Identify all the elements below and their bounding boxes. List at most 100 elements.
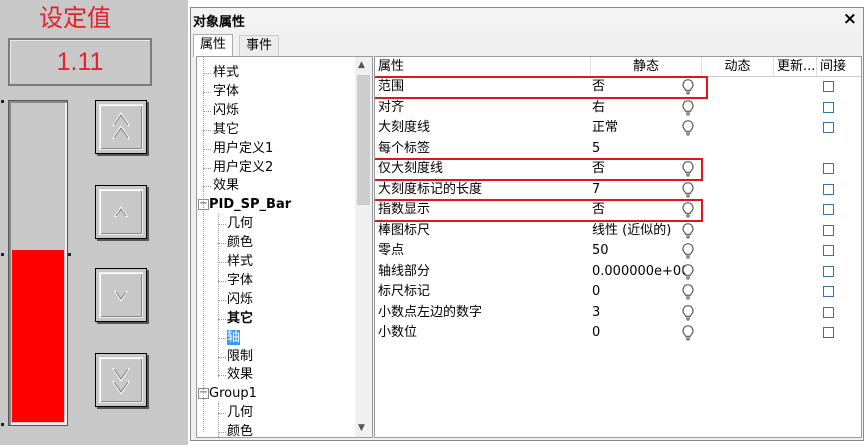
static-value[interactable]: 0.000000e+00 [592, 262, 687, 282]
indirect-checkbox[interactable] [823, 306, 834, 318]
indirect-checkbox[interactable] [823, 81, 834, 92]
static-value[interactable]: 50 [592, 241, 670, 261]
tree-item[interactable]: PID_SP_Bar [209, 195, 291, 214]
header-update[interactable]: 更新... [774, 57, 817, 76]
tree-item-label: 效果 [213, 178, 240, 194]
tree-item[interactable]: 用户定义1 [213, 139, 273, 158]
lightbulb-icon[interactable] [681, 283, 695, 303]
lightbulb-icon[interactable] [681, 263, 695, 283]
static-value[interactable]: 3 [592, 303, 670, 323]
lightbulb-icon[interactable] [681, 181, 695, 201]
indirect-checkbox[interactable] [823, 327, 834, 338]
indirect-checkbox[interactable] [823, 286, 834, 297]
header-indirect[interactable]: 间接 [817, 57, 861, 76]
tree-item[interactable]: 样式 [213, 63, 239, 82]
tree-connector [203, 129, 211, 131]
table-row[interactable]: 轴线部分 0.000000e+00 [375, 262, 861, 282]
table-row[interactable]: 棒图标尺 线性 (近似的) [375, 221, 861, 241]
tree-item[interactable]: 效果 [213, 176, 239, 195]
header-static[interactable]: 静态 [591, 57, 702, 76]
table-row[interactable]: 小数点左边的数字 3 [375, 303, 861, 323]
tree-item-label: 几何 [227, 405, 254, 421]
close-button[interactable]: × [843, 9, 857, 29]
static-value[interactable]: 7 [592, 180, 670, 200]
tree-item[interactable]: 颜色 [227, 422, 253, 437]
lightbulb-icon[interactable] [681, 242, 695, 262]
double-chevron-up-icon [112, 112, 130, 140]
tree-item[interactable]: 用户定义2 [213, 158, 273, 177]
tree-item[interactable]: 轴 [227, 328, 241, 347]
tree-item-label: 样式 [227, 254, 254, 269]
setpoint-bar [8, 100, 68, 426]
tree-connector [218, 403, 219, 437]
fast-decrease-button[interactable] [95, 353, 147, 407]
tree-item[interactable]: 限制 [227, 347, 253, 366]
table-row[interactable]: 小数位 0 [375, 323, 861, 343]
static-value[interactable]: 线性 (近似的) [592, 221, 687, 241]
tree-connector [203, 148, 211, 150]
tree-item[interactable]: 几何 [227, 214, 253, 233]
table-row[interactable]: 标尺标记 0 [375, 282, 861, 302]
tree-scrollbar[interactable]: ▲ ▼ [355, 57, 372, 437]
increase-button[interactable] [95, 185, 147, 239]
tree-item[interactable]: 字体 [227, 271, 253, 290]
chevron-up-icon [114, 206, 128, 218]
tree-item-label: 闪烁 [227, 291, 254, 307]
tree-item[interactable]: 闪烁 [227, 290, 253, 309]
static-value[interactable]: 0 [592, 323, 670, 343]
tree-item[interactable]: Group1 [209, 384, 257, 403]
grid-header: 属性 静态 动态 更新... 间接 [375, 57, 861, 77]
tree-item[interactable]: 颜色 [227, 233, 253, 252]
tree-item[interactable]: 其它 [213, 120, 239, 139]
indirect-checkbox[interactable] [823, 183, 834, 195]
tree-connector [218, 224, 226, 226]
tree-scroll-thumb[interactable] [357, 75, 370, 205]
scroll-down-icon[interactable]: ▼ [358, 423, 365, 433]
static-value[interactable]: 正常 [592, 118, 670, 138]
indirect-checkbox[interactable] [823, 101, 834, 113]
lightbulb-icon[interactable] [681, 119, 695, 139]
indirect-checkbox[interactable] [823, 204, 834, 215]
property-name: 对齐 [378, 99, 405, 115]
lightbulb-icon[interactable] [681, 304, 695, 324]
decrease-button[interactable] [95, 268, 147, 322]
tree-connector [203, 110, 211, 112]
table-row[interactable]: 零点 50 [375, 241, 861, 261]
lightbulb-icon[interactable] [681, 324, 695, 344]
table-row[interactable]: 大刻度标记的长度 7 [375, 180, 861, 200]
setpoint-value-display[interactable]: 1.11 [8, 38, 152, 86]
fast-increase-button[interactable] [95, 100, 147, 154]
scroll-up-icon[interactable]: ▲ [358, 60, 365, 70]
header-dynamic[interactable]: 动态 [702, 57, 774, 76]
tree-item-label: 其它 [227, 310, 254, 326]
tab-properties[interactable]: 属性 [193, 34, 234, 57]
indirect-checkbox[interactable] [823, 265, 834, 277]
chevron-down-icon [114, 290, 128, 302]
static-value[interactable]: 右 [592, 98, 670, 118]
tree-item[interactable]: 几何 [227, 403, 253, 422]
tree-item[interactable]: 闪烁 [213, 101, 239, 120]
lightbulb-icon[interactable] [681, 222, 695, 242]
window-titlebar[interactable]: 对象属性 × [191, 8, 863, 30]
table-row[interactable]: 每个标签 5 [375, 139, 861, 159]
static-value[interactable]: 5 [592, 139, 670, 159]
indirect-checkbox[interactable] [823, 163, 834, 174]
static-value[interactable]: 0 [592, 282, 670, 302]
indirect-checkbox[interactable] [823, 224, 834, 236]
property-tree: 样式 字体 闪烁 其它 用户定义1 用户定义2 效果 PID_SP_Bar − 几何 颜色 样式 字体闪… [196, 56, 373, 438]
indirect-checkbox[interactable] [823, 245, 834, 256]
table-row[interactable]: 大刻度线 正常 [375, 118, 861, 138]
tab-events[interactable]: 事件 [239, 35, 280, 56]
highlight-box [375, 76, 708, 99]
tree-item[interactable]: 样式 [227, 252, 253, 271]
tree-item[interactable]: 效果 [227, 365, 253, 384]
table-row[interactable]: 对齐 右 [375, 98, 861, 118]
indirect-checkbox[interactable] [823, 122, 834, 133]
header-property[interactable]: 属性 [375, 57, 591, 76]
tree-item[interactable]: 字体 [213, 82, 239, 101]
tree-connector [203, 73, 211, 74]
scale-marker-mid [1, 253, 4, 256]
tree-connector [218, 337, 226, 339]
lightbulb-icon[interactable] [681, 99, 695, 119]
tree-item[interactable]: 其它 [227, 309, 253, 328]
